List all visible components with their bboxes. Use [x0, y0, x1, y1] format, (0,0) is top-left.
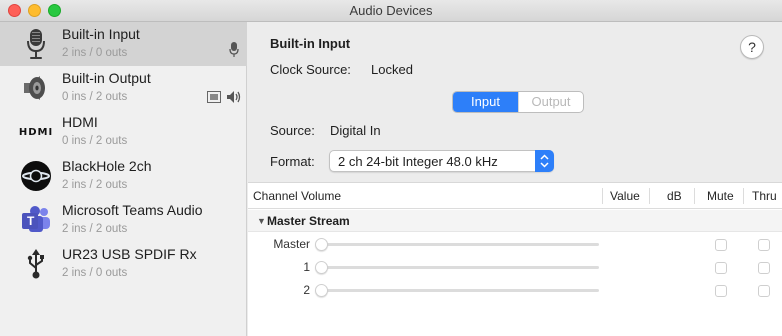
column-header-thru[interactable]: Thru: [752, 183, 777, 209]
blackhole-icon: [18, 160, 54, 192]
volume-slider-knob[interactable]: [315, 284, 328, 297]
channel-label: 1: [303, 260, 310, 274]
channel-volume-table: Channel Volume Value dB Mute Thru ▼ Mast…: [248, 182, 782, 336]
clock-source-value: Locked: [371, 62, 413, 77]
device-item-microsoft-teams-audio[interactable]: T Microsoft Teams Audio 2 ins / 2 outs: [0, 198, 247, 242]
device-item-hdmi[interactable]: HDMI HDMI 0 ins / 2 outs: [0, 110, 247, 154]
device-item-blackhole-2ch[interactable]: BlackHole 2ch 2 ins / 2 outs: [0, 154, 247, 198]
thru-checkbox[interactable]: [758, 239, 770, 251]
device-io-count: 0 ins / 2 outs: [62, 91, 128, 103]
volume-slider-track[interactable]: [325, 289, 599, 292]
device-name: Built-in Output: [62, 70, 151, 86]
disclosure-triangle-icon[interactable]: ▼: [257, 210, 266, 232]
help-button[interactable]: ?: [740, 35, 764, 59]
volume-slider-track[interactable]: [325, 243, 599, 246]
device-item-ur23-usb-spdif-rx[interactable]: UR23 USB SPDIF Rx 2 ins / 0 outs: [0, 242, 247, 286]
device-name: BlackHole 2ch: [62, 158, 152, 174]
device-io-count: 2 ins / 0 outs: [62, 267, 128, 279]
hdmi-icon: HDMI: [18, 126, 54, 138]
window-title: Audio Devices: [349, 3, 433, 18]
table-row: Master: [248, 233, 782, 256]
thru-checkbox[interactable]: [758, 262, 770, 274]
input-output-segmented-control: Input Output: [452, 91, 584, 113]
channel-label: Master: [273, 237, 310, 251]
column-header-channel-volume[interactable]: Channel Volume: [253, 183, 341, 209]
speaker-icon: [18, 72, 54, 104]
table-row: 2: [248, 279, 782, 302]
volume-slider-knob[interactable]: [315, 261, 328, 274]
stream-group-label: Master Stream: [267, 214, 350, 228]
table-row: 1: [248, 256, 782, 279]
usb-icon: [18, 248, 54, 280]
device-io-count: 2 ins / 2 outs: [62, 179, 128, 191]
tab-output[interactable]: Output: [518, 92, 583, 112]
device-io-count: 0 ins / 2 outs: [62, 135, 128, 147]
device-io-count: 2 ins / 0 outs: [62, 47, 128, 59]
device-name: UR23 USB SPDIF Rx: [62, 246, 197, 262]
device-io-count: 2 ins / 2 outs: [62, 223, 128, 235]
tab-input[interactable]: Input: [453, 92, 518, 112]
screen-indicator-icon: [207, 91, 221, 106]
device-name: HDMI: [62, 114, 98, 130]
column-header-db[interactable]: dB: [667, 183, 682, 209]
device-title: Built-in Input: [270, 36, 351, 51]
device-name: Microsoft Teams Audio: [62, 202, 203, 218]
microphone-icon: [18, 28, 54, 60]
column-header-mute[interactable]: Mute: [707, 183, 734, 209]
clock-source-label: Clock Source:: [270, 62, 351, 77]
device-name: Built-in Input: [62, 26, 140, 42]
thru-checkbox[interactable]: [758, 285, 770, 297]
device-item-built-in-output[interactable]: Built-in Output 0 ins / 2 outs: [0, 66, 247, 110]
channel-label: 2: [303, 283, 310, 297]
mic-indicator-icon: [229, 42, 239, 61]
volume-slider-track[interactable]: [325, 266, 599, 269]
mute-checkbox[interactable]: [715, 262, 727, 274]
teams-icon: T: [18, 204, 54, 236]
format-label: Format:: [270, 154, 315, 169]
source-label: Source:: [270, 123, 315, 138]
table-header: Channel Volume Value dB Mute Thru: [248, 183, 782, 209]
format-select[interactable]: 2 ch 24-bit Integer 48.0 kHz: [329, 150, 554, 172]
device-item-built-in-input[interactable]: Built-in Input 2 ins / 0 outs: [0, 22, 247, 66]
stream-group-row[interactable]: ▼ Master Stream: [248, 210, 782, 232]
format-value: 2 ch 24-bit Integer 48.0 kHz: [338, 154, 498, 169]
source-value: Digital In: [330, 123, 381, 138]
mute-checkbox[interactable]: [715, 285, 727, 297]
device-sidebar: Built-in Input 2 ins / 0 outs Built-in O…: [0, 22, 247, 336]
column-header-value[interactable]: Value: [610, 183, 640, 209]
speaker-indicator-icon: [226, 90, 241, 107]
device-detail-panel: Built-in Input Clock Source: Locked ? In…: [248, 22, 782, 336]
title-bar: Audio Devices: [0, 0, 782, 22]
mute-checkbox[interactable]: [715, 239, 727, 251]
volume-slider-knob[interactable]: [315, 238, 328, 251]
chevron-up-down-icon[interactable]: [535, 150, 554, 172]
